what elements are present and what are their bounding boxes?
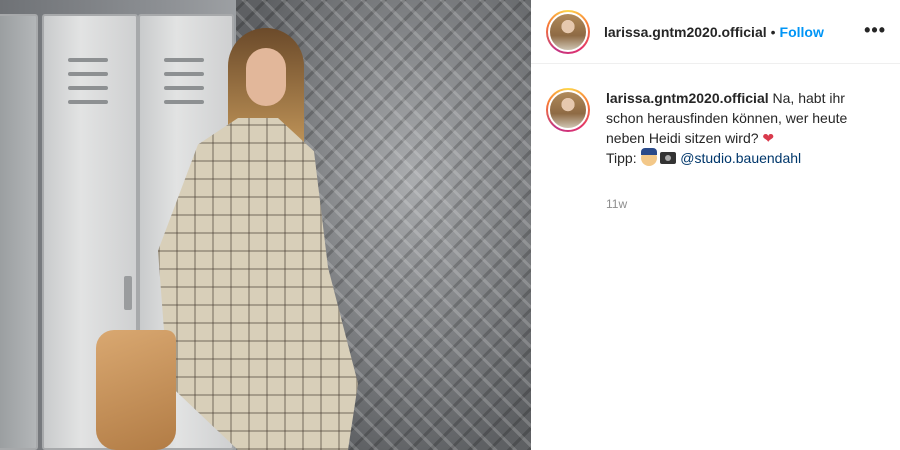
avatar[interactable] [546,9,590,54]
heart-icon: ❤ [762,130,775,146]
post-time[interactable]: 11w [606,194,851,214]
police-officer-emoji [640,148,657,166]
header-username[interactable]: larissa.gntm2020.official [604,24,767,40]
post-header: larissa.gntm2020.official • Follow ••• [531,0,900,64]
locker-vent [68,100,108,104]
avatar-image [548,90,588,130]
caption-username[interactable]: larissa.gntm2020.official [606,90,769,106]
tip-label: Tipp: [606,150,637,166]
post-side-panel: larissa.gntm2020.official • Follow ••• l… [531,0,900,450]
camera-emoji [660,152,677,164]
more-options-icon[interactable]: ••• [864,20,886,41]
locker-vent [68,72,108,76]
caption-comment: larissa.gntm2020.official Na, habt ihr s… [531,64,900,214]
locker-vent [68,58,108,62]
plaid-suit [158,118,358,450]
avatar[interactable] [546,88,590,132]
locker-vent [68,86,108,90]
avatar-image [548,11,588,52]
post-photo[interactable] [0,0,531,450]
model-figure [96,28,378,450]
locker [0,14,38,450]
follow-button[interactable]: Follow [780,24,824,40]
tan-coat [96,330,176,450]
separator-dot: • [770,23,776,40]
locker-handle [124,276,132,310]
face [246,48,286,106]
caption-body: larissa.gntm2020.official Na, habt ihr s… [606,88,851,214]
mention-link[interactable]: @studio.bauendahl [680,150,801,166]
